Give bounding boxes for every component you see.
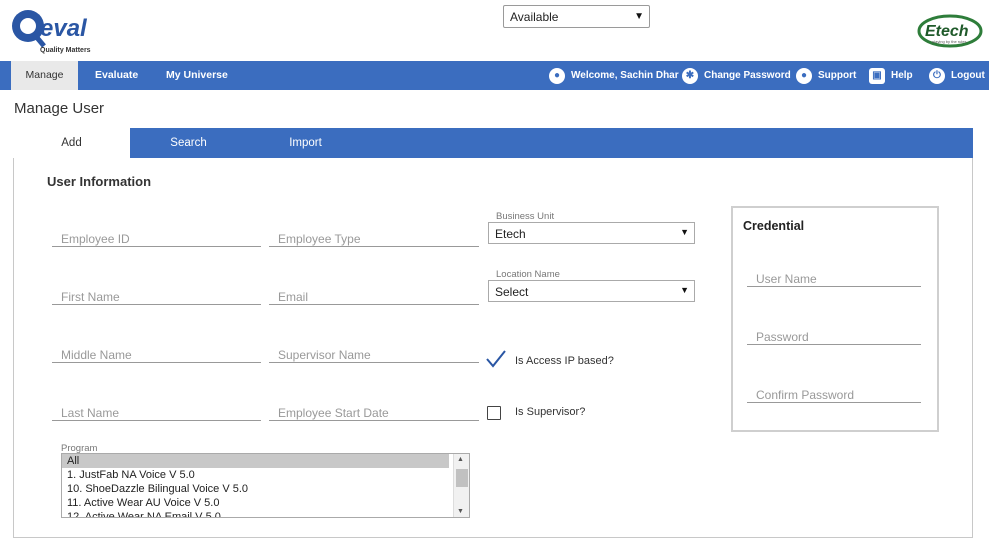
tab-add[interactable]: Add (13, 128, 130, 158)
help-icon: ▣ (869, 67, 885, 84)
access-ip-checkbox[interactable] (486, 350, 506, 368)
credential-title: Credential (743, 219, 805, 233)
nav-evaluate[interactable]: Evaluate (95, 61, 138, 90)
chevron-down-icon: ▼ (634, 11, 644, 22)
list-item[interactable]: 11. Active Wear AU Voice V 5.0 (62, 496, 449, 510)
scroll-up-icon[interactable]: ▲ (457, 456, 464, 463)
supervisor-name-field[interactable]: Supervisor Name (269, 339, 479, 363)
etech-logo: Etech playing by the rules (917, 14, 983, 48)
change-password-label: Change Password (704, 70, 791, 81)
tab-search[interactable]: Search (130, 128, 247, 158)
business-unit-label: Business Unit (496, 211, 555, 222)
nav-change-password[interactable]: ✱ Change Password (682, 61, 791, 90)
nav-welcome[interactable]: ● Welcome, Sachin Dhar (549, 61, 679, 90)
employee-start-date-field[interactable]: Employee Start Date (269, 397, 479, 421)
first-name-field[interactable]: First Name (52, 281, 261, 305)
top-header: eval Quality Matters Available ▼ Etech p… (0, 0, 989, 61)
nav-logout[interactable]: ⏻ Logout (929, 61, 985, 90)
location-name-label: Location Name (496, 269, 560, 280)
list-item[interactable]: 12. Active Wear NA Email V 5.0 (62, 510, 449, 517)
nav-help[interactable]: ▣ Help (869, 61, 913, 90)
tab-import[interactable]: Import (247, 128, 364, 158)
chevron-down-icon: ▼ (680, 227, 689, 237)
email-field[interactable]: Email (269, 281, 479, 305)
confirm-password-field[interactable]: Confirm Password (747, 379, 921, 403)
svg-text:eval: eval (40, 15, 88, 42)
nav-manage[interactable]: Manage (11, 61, 78, 90)
section-title-user-information: User Information (47, 174, 152, 189)
svg-text:playing by the rules: playing by the rules (932, 39, 966, 44)
availability-select[interactable]: Available ▼ (503, 5, 650, 28)
employee-id-field[interactable]: Employee ID (52, 223, 261, 247)
employee-type-field[interactable]: Employee Type (269, 223, 479, 247)
availability-value: Available (510, 10, 559, 24)
scroll-down-icon[interactable]: ▼ (457, 508, 464, 515)
access-ip-label: Is Access IP based? (515, 355, 614, 367)
main-nav: Manage Evaluate My Universe ● Welcome, S… (0, 61, 989, 90)
scroll-thumb[interactable] (456, 469, 468, 487)
gear-icon: ✱ (682, 67, 698, 84)
list-item[interactable]: 1. JustFab NA Voice V 5.0 (62, 468, 449, 482)
qeval-logo[interactable]: eval Quality Matters (6, 6, 98, 54)
nav-my-universe[interactable]: My Universe (166, 61, 228, 90)
user-icon: ● (549, 67, 565, 84)
nav-support[interactable]: ● Support (796, 61, 856, 90)
welcome-text: Welcome, Sachin Dhar (571, 70, 679, 81)
logout-label: Logout (951, 70, 985, 81)
business-unit-select[interactable]: Etech ▼ (488, 222, 695, 244)
location-name-value: Select (495, 285, 529, 299)
is-supervisor-checkbox[interactable] (487, 406, 501, 420)
user-name-field[interactable]: User Name (747, 263, 921, 287)
help-label: Help (891, 70, 913, 81)
svg-text:Etech: Etech (925, 23, 969, 40)
business-unit-value: Etech (495, 227, 526, 241)
support-icon: ● (796, 67, 812, 84)
program-listbox[interactable]: All 1. JustFab NA Voice V 5.0 10. ShoeDa… (61, 453, 470, 518)
last-name-field[interactable]: Last Name (52, 397, 261, 421)
is-supervisor-label: Is Supervisor? (515, 406, 586, 418)
middle-name-field[interactable]: Middle Name (52, 339, 261, 363)
chevron-down-icon: ▼ (680, 285, 689, 295)
page-title: Manage User (14, 100, 105, 117)
list-item[interactable]: All (62, 454, 449, 468)
svg-text:Quality Matters: Quality Matters (40, 47, 91, 54)
tab-bar: Add Search Import (13, 128, 973, 158)
power-icon: ⏻ (929, 67, 945, 84)
program-scrollbar[interactable]: ▲ ▼ (453, 454, 469, 517)
list-item[interactable]: 10. ShoeDazzle Bilingual Voice V 5.0 (62, 482, 449, 496)
support-label: Support (818, 70, 857, 81)
location-name-select[interactable]: Select ▼ (488, 280, 695, 302)
password-field[interactable]: Password (747, 321, 921, 345)
